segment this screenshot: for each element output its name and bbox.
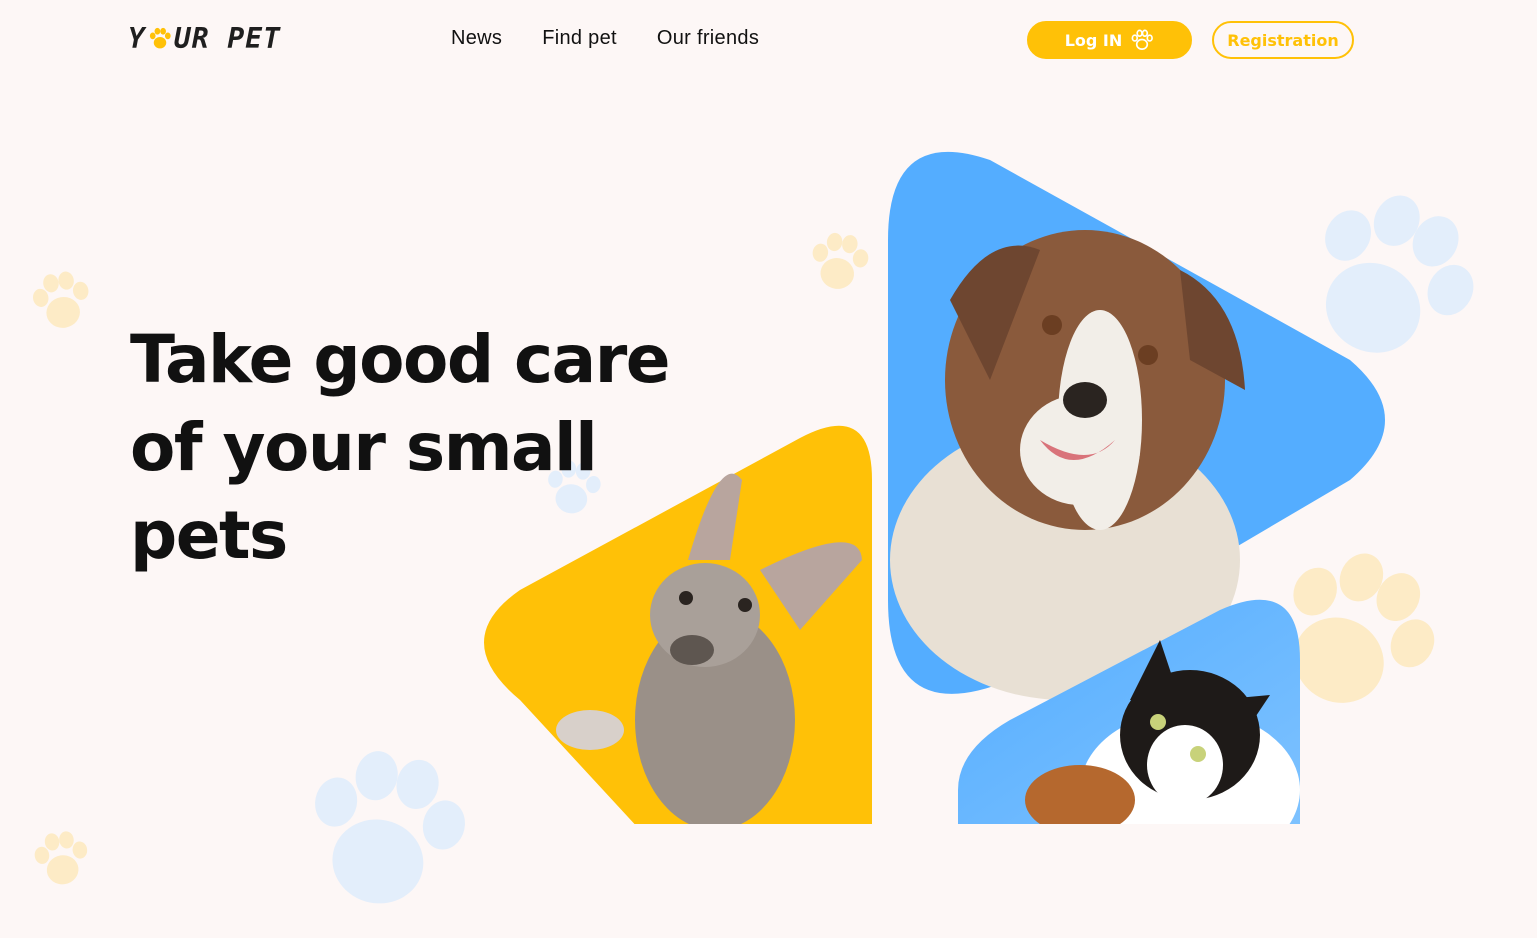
login-button-label: Log IN xyxy=(1064,30,1123,50)
paw-icon xyxy=(31,828,92,888)
paw-icon xyxy=(1253,529,1459,734)
nav-link-news[interactable]: News xyxy=(451,27,502,50)
paw-icon xyxy=(149,27,171,49)
cat-image xyxy=(958,599,1300,824)
paw-icon xyxy=(1283,170,1500,386)
registration-button-label: Registration xyxy=(1227,30,1339,50)
paw-icon xyxy=(808,230,872,293)
nav-link-our-friends[interactable]: Our friends xyxy=(657,27,759,50)
logo[interactable]: Y UR PET xyxy=(128,20,281,56)
hero-title: Take good care of your small pets xyxy=(130,321,671,574)
registration-button[interactable]: Registration xyxy=(1212,21,1354,59)
nav-link-find-pet[interactable]: Find pet xyxy=(542,27,617,50)
logo-text-end: UR PET xyxy=(173,21,282,55)
paw-icon xyxy=(1131,29,1154,50)
logo-text-start: Y xyxy=(128,21,146,55)
main-nav: News Find pet Our friends xyxy=(451,27,759,50)
login-button[interactable]: Log IN xyxy=(1027,21,1192,59)
paw-icon xyxy=(29,268,95,333)
dog-image xyxy=(888,151,1385,700)
paw-icon xyxy=(296,740,477,919)
